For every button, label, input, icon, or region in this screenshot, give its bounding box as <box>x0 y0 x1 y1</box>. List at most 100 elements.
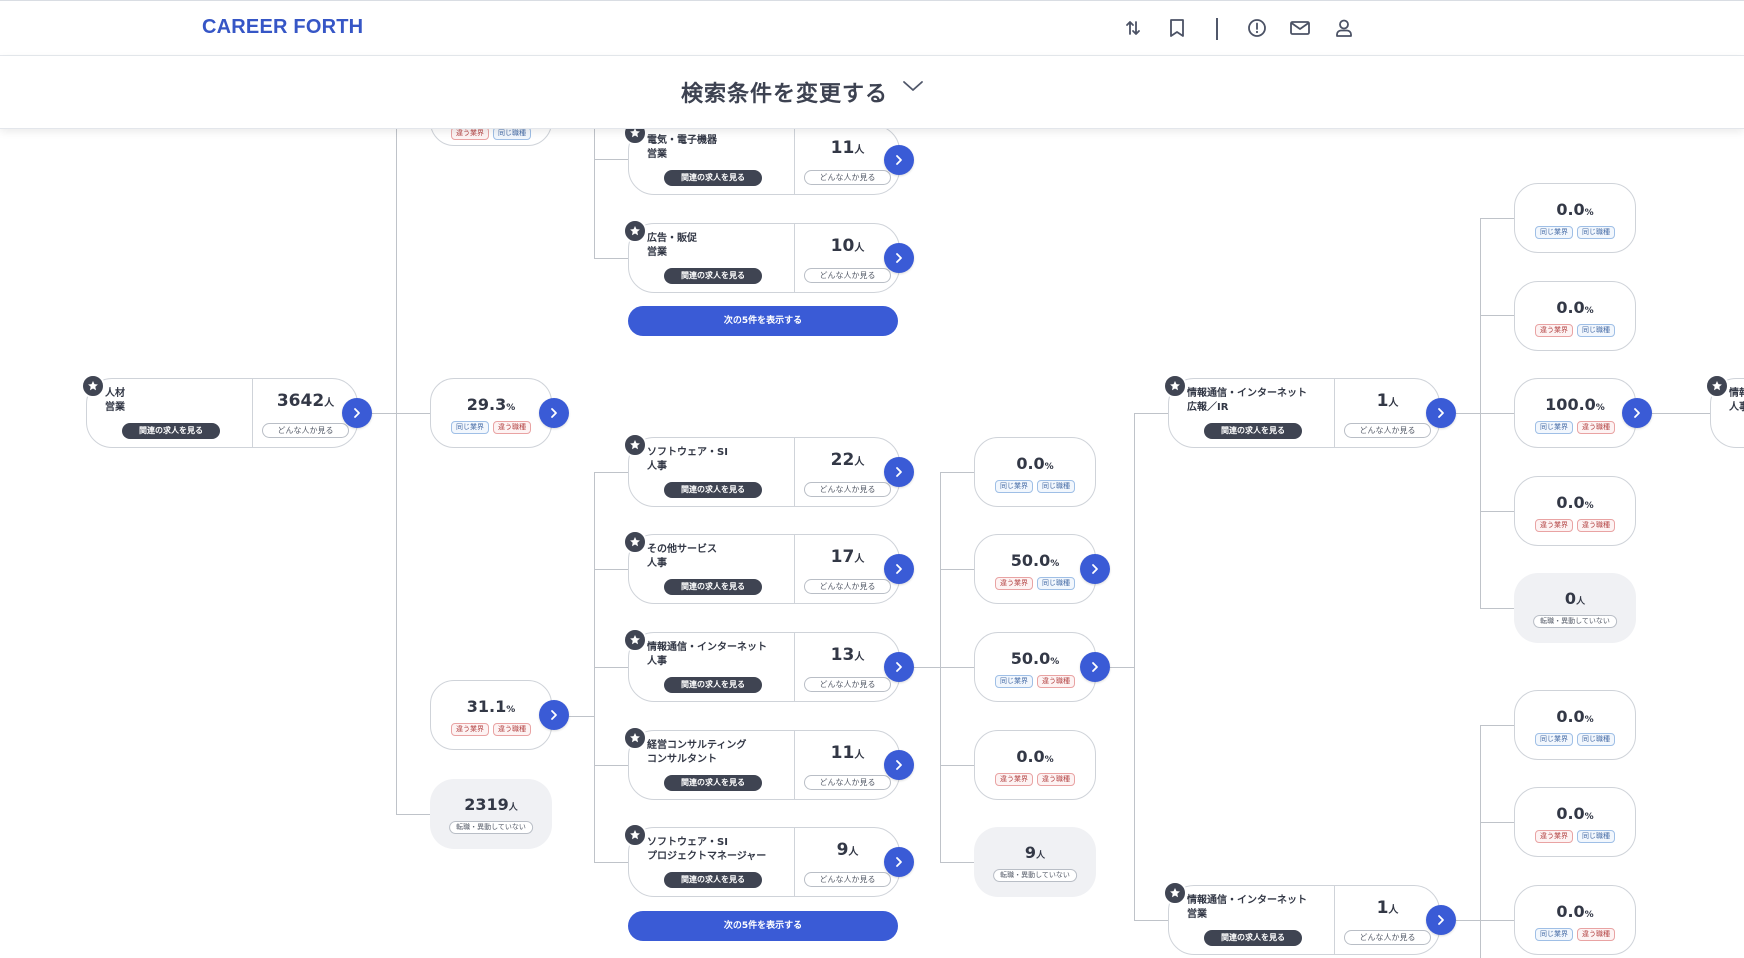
rate-card[interactable]: 50.0% 違う業界 同じ職種 <box>974 534 1096 604</box>
job-card[interactable]: その他サービス 人事 関連の求人を見る 17人 どんな人か見る <box>623 530 900 604</box>
expand-chevron-right-icon[interactable] <box>884 652 914 682</box>
job-card[interactable]: 経営コンサルティング コンサルタント 関連の求人を見る 11人 どんな人か見る <box>623 726 900 800</box>
rate-card[interactable]: 0.0% 同じ業界 違う職種 <box>1514 885 1636 955</box>
view-jobs-button[interactable]: 関連の求人を見る <box>664 170 762 186</box>
rate-value: 50.0% <box>1010 649 1060 668</box>
view-jobs-button[interactable]: 関連の求人を見る <box>664 872 762 888</box>
tag: 同じ業界 <box>1535 226 1573 239</box>
divider <box>794 828 795 896</box>
expand-chevron-right-icon[interactable] <box>884 750 914 780</box>
branch-rate-card[interactable]: 29.3% 同じ業界 違う職種 <box>430 378 552 448</box>
root-job-card[interactable]: 人材 営業 関連の求人を見る 3642人 どんな人か見る <box>81 374 358 448</box>
view-jobs-button[interactable]: 関連の求人を見る <box>1204 423 1302 439</box>
change-search-conditions-label[interactable]: 検索条件を変更する <box>681 76 888 108</box>
expand-chevron-right-icon[interactable] <box>1426 905 1456 935</box>
expand-chevron-right-icon[interactable] <box>884 457 914 487</box>
job-card[interactable]: ソフトウェア・SI 人事 関連の求人を見る 22人 どんな人か見る <box>623 433 900 507</box>
view-jobs-button[interactable]: 関連の求人を見る <box>664 677 762 693</box>
branch-rate-card[interactable]: 31.1% 違う業界 違う職種 <box>430 680 552 750</box>
expand-chevron-right-icon[interactable] <box>884 145 914 175</box>
tag: 同じ職種 <box>1577 324 1615 337</box>
who-button[interactable]: どんな人か見る <box>804 579 891 594</box>
no-change-card: 9人 転職・異動していない <box>974 827 1096 897</box>
rate-card[interactable]: 100.0% 同じ業界 違う職種 <box>1514 378 1636 448</box>
job-card[interactable]: 情報通信・インターネット 営業 関連の求人を見る 1人 どんな人か見る <box>1163 881 1440 955</box>
view-jobs-button[interactable]: 関連の求人を見る <box>664 268 762 284</box>
who-button[interactable]: どんな人か見る <box>804 482 891 497</box>
expand-chevron-right-icon[interactable] <box>1426 398 1456 428</box>
who-button[interactable]: どんな人か見る <box>262 423 349 438</box>
favorite-star-icon[interactable] <box>1163 881 1187 905</box>
expand-chevron-right-icon[interactable] <box>1080 652 1110 682</box>
rate-card[interactable]: 0.0% 違う業界 違う職種 <box>1514 476 1636 546</box>
favorite-star-icon[interactable] <box>623 628 647 652</box>
rate-card[interactable]: 0.0% 違う業界 同じ職種 <box>1514 281 1636 351</box>
rate-card[interactable]: 0.0% 違う業界 同じ職種 <box>1514 787 1636 857</box>
divider <box>794 224 795 292</box>
header-divider <box>1216 18 1218 40</box>
view-jobs-button[interactable]: 関連の求人を見る <box>122 423 220 439</box>
favorite-star-icon[interactable] <box>623 219 647 243</box>
role-label: 営業 <box>647 149 667 160</box>
who-button[interactable]: どんな人か見る <box>804 872 891 887</box>
show-next-5-button[interactable]: 次の5件を表示する <box>628 911 898 941</box>
bookmark-icon[interactable] <box>1166 17 1188 39</box>
rate-value: 31.1% <box>466 697 516 716</box>
view-jobs-button[interactable]: 関連の求人を見る <box>664 482 762 498</box>
rate-card[interactable]: 0.0% 同じ業界 同じ職種 <box>1514 690 1636 760</box>
role-label: 営業 <box>647 247 667 258</box>
person-count: 1人 <box>1376 391 1399 411</box>
favorite-star-icon[interactable] <box>623 530 647 554</box>
expand-chevron-right-icon[interactable] <box>884 243 914 273</box>
chevron-down-icon[interactable] <box>902 78 924 97</box>
show-next-5-button[interactable]: 次の5件を表示する <box>628 306 898 336</box>
rate-value: 0.0% <box>1016 747 1054 766</box>
expand-chevron-right-icon[interactable] <box>884 554 914 584</box>
rate-card[interactable]: 0.0% 同じ業界 同じ職種 <box>974 437 1096 507</box>
favorite-star-icon[interactable] <box>81 374 105 398</box>
rate-card[interactable]: 50.0% 同じ業界 違う職種 <box>974 632 1096 702</box>
no-change-label: 転職・異動していない <box>449 821 533 834</box>
expand-chevron-right-icon[interactable] <box>1622 398 1652 428</box>
industry-label: ソフトウェア・SI <box>647 837 728 848</box>
industry-label: その他サービス <box>647 544 717 555</box>
who-button[interactable]: どんな人か見る <box>1344 930 1431 945</box>
favorite-star-icon[interactable] <box>623 726 647 750</box>
rate-value: 29.3% <box>466 395 516 414</box>
job-card[interactable]: 広告・販促 営業 関連の求人を見る 10人 どんな人か見る <box>623 219 900 293</box>
mail-icon[interactable] <box>1289 17 1311 39</box>
tag: 違う職種 <box>1577 928 1615 941</box>
swap-icon[interactable] <box>1122 17 1144 39</box>
job-card[interactable]: 情報通信・インターネット 人事 関連の求人を見る 13人 どんな人か見る <box>623 628 900 702</box>
who-button[interactable]: どんな人か見る <box>804 775 891 790</box>
favorite-star-icon[interactable] <box>1163 374 1187 398</box>
search-condition-bar[interactable]: 検索条件を変更する <box>0 56 1744 129</box>
expand-chevron-right-icon[interactable] <box>539 398 569 428</box>
favorite-star-icon[interactable] <box>1705 374 1729 398</box>
expand-chevron-right-icon[interactable] <box>884 847 914 877</box>
job-card[interactable]: 情報通信・インターネット 広報／IR 関連の求人を見る 1人 どんな人か見る <box>1163 374 1440 448</box>
job-card[interactable]: 電気・電子機器 営業 関連の求人を見る 11人 どんな人か見る <box>623 121 900 195</box>
person-count: 0人 <box>1564 589 1586 608</box>
favorite-star-icon[interactable] <box>623 433 647 457</box>
divider <box>794 535 795 603</box>
rate-value: 100.0% <box>1545 395 1605 414</box>
alert-icon[interactable] <box>1246 17 1268 39</box>
view-jobs-button[interactable]: 関連の求人を見る <box>664 579 762 595</box>
who-button[interactable]: どんな人か見る <box>804 170 891 185</box>
expand-chevron-right-icon[interactable] <box>1080 554 1110 584</box>
who-button[interactable]: どんな人か見る <box>804 268 891 283</box>
expand-chevron-right-icon[interactable] <box>539 700 569 730</box>
who-button[interactable]: どんな人か見る <box>804 677 891 692</box>
who-button[interactable]: どんな人か見る <box>1344 423 1431 438</box>
rate-card[interactable]: 0.0% 違う業界 違う職種 <box>974 730 1096 800</box>
user-icon[interactable] <box>1333 17 1355 39</box>
expand-chevron-right-icon[interactable] <box>342 398 372 428</box>
job-card-partial[interactable]: 情報人事 <box>1705 374 1744 448</box>
favorite-star-icon[interactable] <box>623 823 647 847</box>
job-card[interactable]: ソフトウェア・SI プロジェクトマネージャー 関連の求人を見る 9人 どんな人か見… <box>623 823 900 897</box>
brand-logo[interactable]: CAREER FORTH <box>202 16 363 39</box>
view-jobs-button[interactable]: 関連の求人を見る <box>1204 930 1302 946</box>
rate-card[interactable]: 0.0% 同じ業界 同じ職種 <box>1514 183 1636 253</box>
view-jobs-button[interactable]: 関連の求人を見る <box>664 775 762 791</box>
